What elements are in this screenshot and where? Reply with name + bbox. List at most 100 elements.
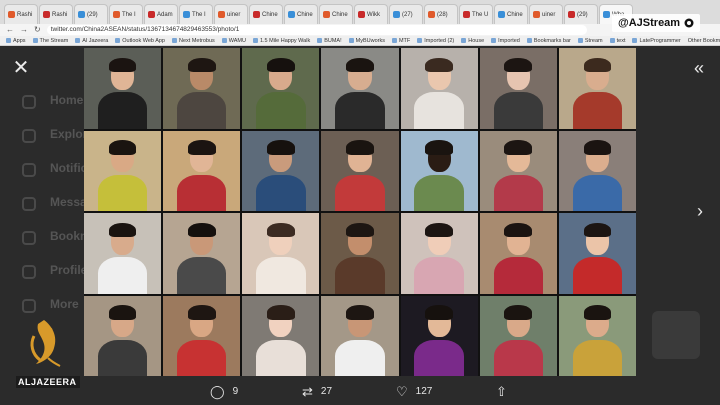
person-figure <box>572 92 623 129</box>
person-hair <box>346 57 374 73</box>
person-hair <box>346 140 374 155</box>
browser-tab[interactable]: Chine <box>249 4 283 24</box>
photo-tile[interactable] <box>163 48 241 129</box>
bookmark-item[interactable]: Imported (2) <box>417 38 454 44</box>
collapse-panel-icon[interactable]: « <box>688 57 710 79</box>
photo-tile[interactable] <box>400 295 478 376</box>
bookmark-favicon-icon <box>491 38 497 43</box>
like-button[interactable]: ♡ 127 <box>396 385 432 398</box>
browser-tab[interactable]: The U <box>459 4 493 24</box>
tab-favicon-icon <box>533 11 540 18</box>
photo-tile[interactable] <box>242 130 320 211</box>
forward-icon[interactable]: → <box>20 26 28 34</box>
bookmark-label: Stream <box>584 37 603 44</box>
person-hair <box>583 305 612 320</box>
photo-tile[interactable] <box>84 130 162 211</box>
person-hair <box>187 305 216 320</box>
photo-tile[interactable] <box>242 213 320 294</box>
bookmark-item[interactable]: 1.5 Mile Happy Walk <box>252 38 310 44</box>
photo-tile[interactable] <box>321 213 399 294</box>
url-field[interactable]: twitter.com/China2ASEAN/status/136713467… <box>46 25 587 35</box>
photo-tile[interactable] <box>479 295 557 376</box>
bookmark-item[interactable]: Stream <box>577 37 603 44</box>
browser-tab[interactable]: Rashi <box>39 4 73 24</box>
person-figure <box>572 174 623 211</box>
photo-tile[interactable] <box>321 295 399 376</box>
browser-tab[interactable]: The I <box>109 4 143 24</box>
retweet-button[interactable]: ⇄ 27 <box>302 385 332 398</box>
bookmark-item[interactable]: Apps <box>6 38 26 44</box>
photo-tile[interactable] <box>558 48 636 129</box>
next-photo-icon[interactable]: › <box>690 200 710 222</box>
browser-tab[interactable]: Chine <box>284 4 318 24</box>
person-hair <box>583 222 612 238</box>
bookmark-item[interactable]: LateProgrammer <box>632 37 681 44</box>
browser-tab[interactable]: (29) <box>564 4 598 24</box>
browser-tab[interactable]: (27) <box>389 4 423 24</box>
photo-collage[interactable] <box>84 48 636 376</box>
photo-tile[interactable] <box>558 130 636 211</box>
browser-tab[interactable]: (29) <box>74 4 108 24</box>
bookmark-item[interactable]: Outlook Web App <box>115 38 165 44</box>
photo-tile[interactable] <box>479 213 557 294</box>
photo-tile[interactable] <box>479 130 557 211</box>
tweet-action-bar: ◯ 9 ⇄ 27 ♡ 127 ⇧ <box>84 378 636 405</box>
person-figure <box>493 92 543 129</box>
browser-tab[interactable]: uiner <box>529 4 563 24</box>
browser-tab[interactable]: (28) <box>424 4 458 24</box>
bookmark-item[interactable]: House <box>461 38 484 44</box>
other-bookmarks[interactable]: Other Bookmarks <box>688 38 720 44</box>
bookmark-item[interactable]: WAMU <box>221 37 246 44</box>
bookmark-item[interactable]: Al Jazeera <box>75 38 108 44</box>
photo-tile[interactable] <box>321 48 399 129</box>
photo-tile[interactable] <box>163 213 241 294</box>
browser-tab[interactable]: uiner <box>214 4 248 24</box>
bookmark-item[interactable]: Next Metrobus <box>171 38 215 44</box>
close-icon[interactable]: ✕ <box>10 57 32 79</box>
tab-favicon-icon <box>323 11 330 18</box>
bookmark-item[interactable]: Imported <box>491 38 520 44</box>
bookmark-item[interactable]: MTF <box>391 38 410 44</box>
bookmark-item[interactable]: text <box>609 38 625 44</box>
bookmark-favicon-icon <box>577 38 583 43</box>
photo-tile[interactable] <box>242 295 320 376</box>
photo-tile[interactable] <box>84 213 162 294</box>
person-figure <box>572 257 623 294</box>
person-figure <box>97 339 148 376</box>
share-button[interactable]: ⇧ <box>496 385 507 398</box>
tab-favicon-icon <box>463 11 470 18</box>
photo-tile[interactable] <box>479 48 557 129</box>
photo-tile[interactable] <box>558 213 636 294</box>
photo-tile[interactable] <box>400 213 478 294</box>
bookmark-favicon-icon <box>171 38 177 43</box>
browser-tab[interactable]: Rashi <box>4 4 38 24</box>
photo-tile[interactable] <box>558 295 636 376</box>
photo-tile[interactable] <box>321 130 399 211</box>
person-figure <box>493 339 543 376</box>
reply-button[interactable]: ◯ 9 <box>210 385 238 398</box>
reload-icon[interactable]: ↻ <box>34 26 41 34</box>
photo-tile[interactable] <box>242 48 320 129</box>
browser-tab[interactable]: Chine <box>494 4 528 24</box>
aj-stream-watermark: @AJStream <box>612 14 701 32</box>
photo-tile[interactable] <box>84 48 162 129</box>
photo-tile[interactable] <box>163 295 241 376</box>
browser-tab[interactable]: The I <box>179 4 213 24</box>
bookmark-item[interactable]: The Stream <box>32 38 68 44</box>
photo-tile[interactable] <box>163 130 241 211</box>
bookmark-item[interactable]: BUMA! <box>317 38 342 44</box>
bookmark-label: WAMU <box>228 37 246 44</box>
bookmark-label: LateProgrammer <box>639 37 681 44</box>
tab-favicon-icon <box>428 11 435 18</box>
photo-tile[interactable] <box>84 295 162 376</box>
browser-tab[interactable]: Chine <box>319 4 353 24</box>
back-icon[interactable]: ← <box>6 26 14 34</box>
person-hair <box>425 305 453 320</box>
photo-tile[interactable] <box>400 130 478 211</box>
bookmark-item[interactable]: MyBUworks <box>348 38 385 44</box>
photo-tile[interactable] <box>400 48 478 129</box>
browser-tab[interactable]: Wikk <box>354 4 388 24</box>
person-figure <box>256 92 306 129</box>
browser-tab[interactable]: Adam <box>144 4 178 24</box>
bookmark-item[interactable]: Bookmarks bar <box>526 38 571 44</box>
